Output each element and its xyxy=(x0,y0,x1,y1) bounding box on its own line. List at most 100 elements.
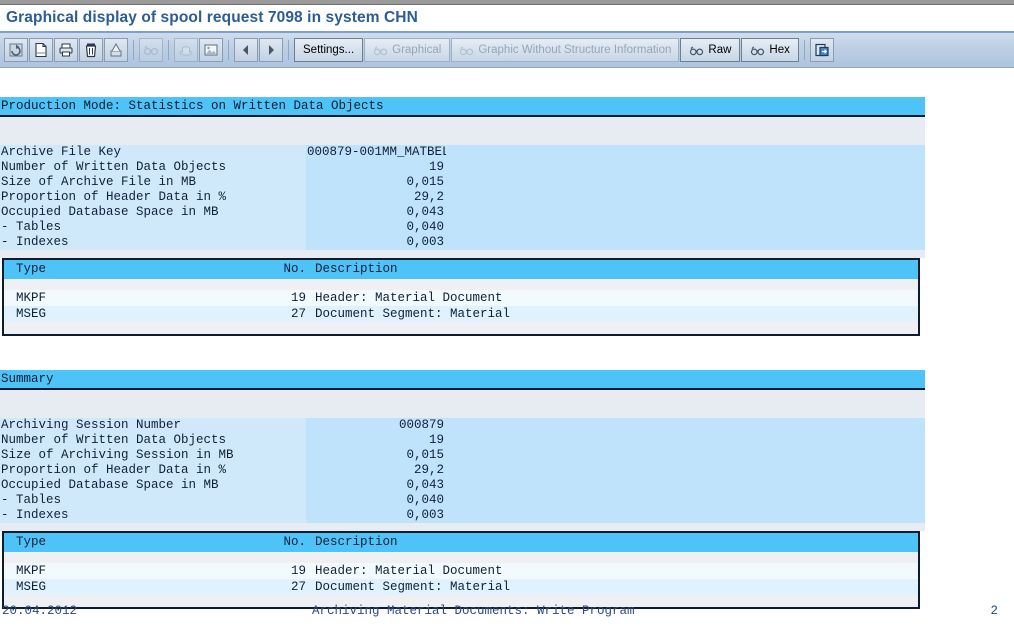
image-icon-button[interactable] xyxy=(199,38,223,62)
report-footer: 20.04.2012 Archiving Material Documents:… xyxy=(0,602,1014,620)
refresh-icon xyxy=(9,43,23,57)
print-icon-button[interactable] xyxy=(54,38,78,62)
type-table-header: Type No. Description xyxy=(4,260,918,279)
graphic-without-structure-button[interactable]: Graphic Without Structure Information xyxy=(451,38,680,62)
table-row: Number of Written Data Objects 19 xyxy=(0,160,925,175)
table-row: Archiving Session Number 000879 xyxy=(0,418,925,433)
row-label: Size of Archiving Session in MB xyxy=(0,448,306,463)
cell-type: MSEG xyxy=(16,580,47,594)
cell-type: MKPF xyxy=(16,564,47,578)
column-header-type: Type xyxy=(16,535,47,549)
cell-no: 19 xyxy=(290,564,306,578)
cell-type: MSEG xyxy=(16,307,47,321)
section1-band-title: Production Mode: Statistics on Written D… xyxy=(0,97,925,115)
row-filler xyxy=(446,175,925,190)
hex-button[interactable]: Hex xyxy=(741,38,799,62)
cell-no: 27 xyxy=(290,307,306,321)
column-header-no: No. xyxy=(283,262,306,276)
row-value: 0,015 xyxy=(306,448,446,463)
print-icon xyxy=(59,43,73,57)
column-header-type: Type xyxy=(16,262,47,276)
toolbar-separator xyxy=(168,40,169,60)
archive-icon xyxy=(179,46,193,56)
section1-key-value-table: Archive File Key 000879-001MM_MATBEL Num… xyxy=(0,145,925,250)
toolbar-separator xyxy=(133,40,134,60)
type-table-header-gap xyxy=(4,552,918,563)
row-filler xyxy=(446,145,925,160)
row-value: 0,043 xyxy=(306,205,446,220)
table-row: Occupied Database Space in MB 0,043 xyxy=(0,478,925,493)
settings-button[interactable]: Settings... xyxy=(294,38,364,62)
previous-page-icon xyxy=(243,45,248,55)
report-bottom-fill xyxy=(0,630,1014,642)
refresh-icon-button[interactable] xyxy=(4,38,28,62)
table-row: Occupied Database Space in MB 0,043 xyxy=(0,205,925,220)
section-separator-gap xyxy=(0,336,1014,370)
row-filler xyxy=(446,190,925,205)
report-top-spacer xyxy=(0,68,1014,97)
row-label: Proportion of Header Data in % xyxy=(0,190,306,205)
table-row: Size of Archive File in MB 0,015 xyxy=(0,175,925,190)
type-table-header-gap xyxy=(4,279,918,290)
row-label: Proportion of Header Data in % xyxy=(0,463,306,478)
row-value: 000879-001MM_MATBEL xyxy=(306,145,446,160)
archive-icon-button[interactable] xyxy=(174,38,198,62)
next-page-icon xyxy=(269,45,274,55)
row-value: 000879 xyxy=(306,418,446,433)
spectacles-icon xyxy=(690,45,704,55)
graphical-button[interactable]: Graphical xyxy=(364,38,451,62)
row-value: 0,043 xyxy=(306,478,446,493)
section2-table-gap xyxy=(0,523,925,531)
raw-button[interactable]: Raw xyxy=(680,38,741,62)
row-value: 0,003 xyxy=(306,508,446,523)
row-label: - Indexes xyxy=(0,508,306,523)
section1-table-gap xyxy=(0,250,925,258)
cell-type: MKPF xyxy=(16,291,47,305)
page-icon-button[interactable] xyxy=(29,38,53,62)
table-row: MSEG 27 Document Segment: Material xyxy=(4,306,918,322)
cell-description: Header: Material Document xyxy=(315,564,503,578)
cell-no: 19 xyxy=(290,291,306,305)
cell-no: 27 xyxy=(290,580,306,594)
graphic-without-structure-button-label: Graphic Without Structure Information xyxy=(478,44,672,56)
table-row: Proportion of Header Data in % 29,2 xyxy=(0,190,925,205)
row-filler xyxy=(446,205,925,220)
toolbar: Settings... Graphical Graphic Without St… xyxy=(0,33,1014,68)
export-icon-button[interactable] xyxy=(104,38,128,62)
section2-band-title: Summary xyxy=(0,370,925,388)
footer-date: 20.04.2012 xyxy=(2,604,78,618)
row-value: 0,003 xyxy=(306,235,446,250)
table-row: MKPF 19 Header: Material Document xyxy=(4,290,918,306)
section2-gap xyxy=(0,390,925,418)
row-label: - Tables xyxy=(0,493,306,508)
exit-icon xyxy=(815,43,829,57)
sap-spool-display-window: Graphical display of spool request 7098 … xyxy=(0,0,1014,643)
row-label: Number of Written Data Objects xyxy=(0,160,306,175)
row-filler xyxy=(446,433,925,448)
graphical-button-label: Graphical xyxy=(392,44,442,56)
section1-type-table: Type No. Description MKPF 19 Header: Mat… xyxy=(2,258,920,336)
row-label: Archive File Key xyxy=(0,145,306,160)
next-page-button[interactable] xyxy=(259,38,283,62)
row-filler xyxy=(446,508,925,523)
trash-icon xyxy=(85,43,97,58)
column-header-no: No. xyxy=(283,535,306,549)
title-bar: Graphical display of spool request 7098 … xyxy=(0,5,1014,33)
section2-type-table: Type No. Description MKPF 19 Header: Mat… xyxy=(2,531,920,609)
delete-icon-button[interactable] xyxy=(79,38,103,62)
table-row: MKPF 19 Header: Material Document xyxy=(4,563,918,579)
table-row: Archive File Key 000879-001MM_MATBEL xyxy=(0,145,925,160)
hex-button-label: Hex xyxy=(769,44,790,56)
spectacles-icon-button[interactable] xyxy=(139,38,163,62)
row-value: 0,015 xyxy=(306,175,446,190)
exit-button[interactable] xyxy=(809,38,834,62)
row-filler xyxy=(446,493,925,508)
footer-title: Archiving Material Documents: Write Prog… xyxy=(312,604,635,618)
type-table-footer-gap xyxy=(4,322,918,334)
row-label: Occupied Database Space in MB xyxy=(0,205,306,220)
previous-page-button[interactable] xyxy=(234,38,258,62)
row-label: Occupied Database Space in MB xyxy=(0,478,306,493)
spectacles-icon xyxy=(751,45,765,55)
row-filler xyxy=(446,418,925,433)
table-row: Size of Archiving Session in MB 0,015 xyxy=(0,448,925,463)
